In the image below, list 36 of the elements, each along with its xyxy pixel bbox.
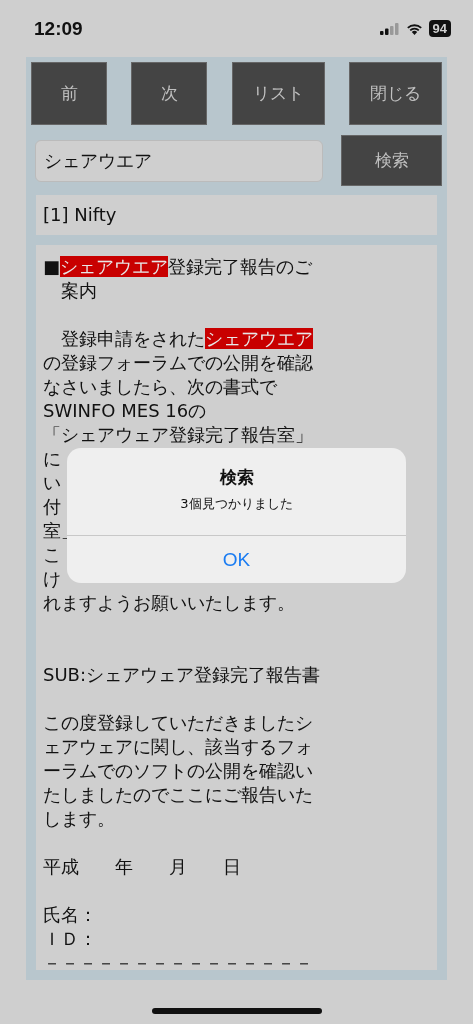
alert-title: 検索 — [218, 466, 255, 489]
message-title-bar: [1] Nifty — [36, 195, 437, 235]
body-text-line: れますようお願いいたします。 — [43, 591, 295, 615]
alert-message: 3個見つかりました — [179, 495, 294, 513]
body-text-line: この度登録していただきましたシ — [43, 711, 313, 735]
body-text-line: 氏名： — [43, 903, 97, 927]
toolbar-button[interactable]: 前 — [31, 62, 107, 125]
wifi-icon — [405, 22, 423, 35]
body-text-line: 付 — [43, 495, 61, 519]
body-text-line: 案内 — [60, 279, 97, 303]
status-time: 12:09 — [34, 17, 83, 40]
body-text-line: ェアウェアに関し、該当するフォ — [43, 735, 313, 759]
ok-button[interactable]: OK — [67, 535, 406, 583]
body-text-line: 「シェアウェア登録完了報告室」 — [43, 423, 313, 447]
toolbar-button[interactable]: 閉じる — [349, 62, 442, 125]
body-text-line: の登録フォーラムでの公開を確認 — [43, 351, 313, 375]
battery-level: 94 — [428, 20, 451, 37]
body-text-line: こ — [43, 543, 61, 567]
signal-icon — [379, 22, 400, 35]
body-text-line: SWINFO MES 16の — [43, 399, 207, 423]
toolbar-button[interactable]: 次 — [131, 62, 208, 125]
body-text-line: ーラムでのソフトの公開を確認い — [43, 759, 313, 783]
body-text-line: い — [43, 471, 61, 495]
search-button[interactable]: 検索 — [341, 135, 442, 186]
search-field[interactable]: シェアウエア — [35, 139, 323, 182]
body-text-line: け — [43, 567, 61, 591]
toolbar-button[interactable]: リスト — [231, 62, 325, 125]
body-text-line: なさいましたら、次の書式で — [43, 375, 277, 399]
body-text-line: SUB:シェアウェア登録完了報告書 — [43, 663, 320, 687]
body-text-line: 登録申請をされた シェアウエア — [60, 327, 313, 351]
body-text-line: します。 — [43, 807, 115, 831]
body-text-line: －－－－－－－－－－－－－－－ — [43, 951, 313, 970]
body-text-line: に — [43, 447, 61, 471]
body-text-line: 平成 年 月 日 — [43, 855, 241, 879]
body-text-line: ＩＤ： — [43, 927, 97, 951]
body-text-line: たしましたのでここにご報告いた — [43, 783, 313, 807]
